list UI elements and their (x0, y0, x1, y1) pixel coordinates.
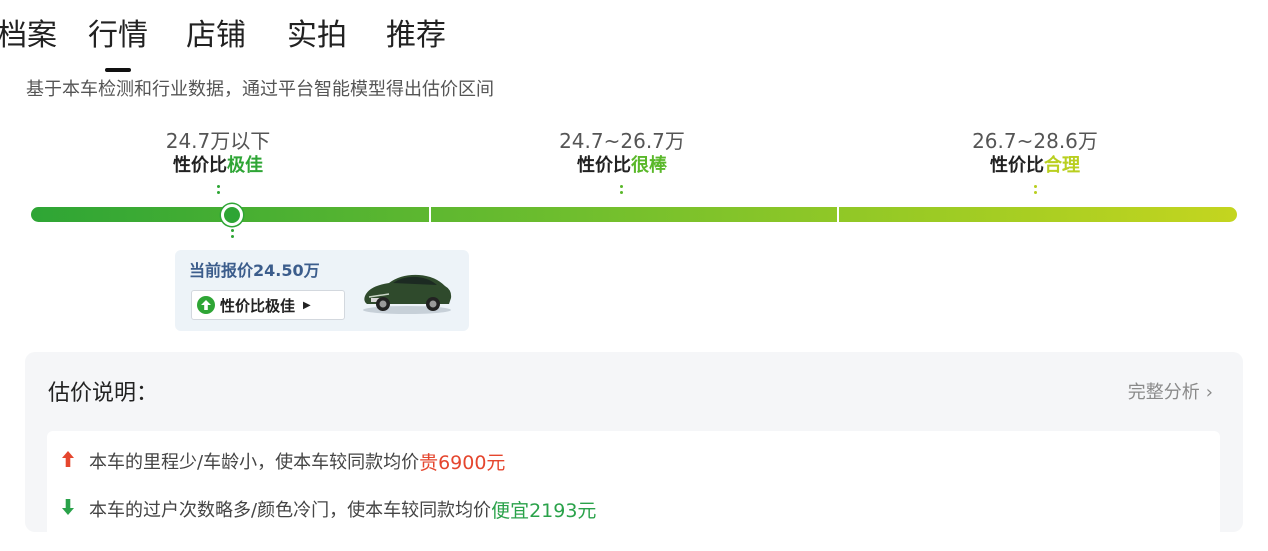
reason-highlight: 贵6900元 (419, 452, 506, 474)
segment-range: 24.7~26.7万 (559, 129, 685, 153)
car-image (363, 274, 452, 314)
segment-dots (620, 185, 624, 197)
segment-dots (217, 185, 221, 197)
marker-dots (231, 229, 235, 241)
tab-market[interactable]: 行情 (88, 14, 148, 58)
reason-highlight: 便宜2193元 (491, 500, 597, 522)
segment-rating: 性价比极佳 (173, 155, 263, 176)
tab-photos[interactable]: 实拍 (287, 14, 347, 58)
active-tab-indicator (105, 68, 131, 72)
tab-store[interactable]: 店铺 (186, 14, 246, 58)
panel-title: 估价说明： (48, 381, 159, 406)
valuation-explanation-panel: 估价说明： 完整分析 › 本车的里程少/车龄小，使本车较同款均价 贵6900元 本… (25, 352, 1243, 551)
play-arrow-icon: ▶ (303, 299, 311, 311)
reason-text: 本车的过户次数略多/颜色冷门，使本车较同款均价 (89, 500, 492, 521)
bar-divider (429, 206, 431, 223)
valuation-subtitle: 基于本车检测和行业数据，通过平台智能模型得出估价区间 (26, 79, 494, 100)
price-range-bar (31, 207, 1237, 222)
full-analysis-link[interactable]: 完整分析 › (1128, 380, 1213, 406)
current-price-marker (221, 204, 243, 226)
current-price-card: 当前报价24.50万 性价比极佳 ▶ (175, 250, 469, 331)
segment-dots (1034, 185, 1038, 197)
badge-label: 性价比极佳 (220, 296, 296, 315)
reason-text: 本车的里程少/车龄小，使本车较同款均价 (89, 452, 420, 473)
bar-divider (837, 206, 839, 223)
segment-great: 24.7~26.7万 性价比很棒 (492, 128, 752, 178)
tab-recommend[interactable]: 推荐 (386, 14, 446, 58)
segment-range: 26.7~28.6万 (972, 129, 1098, 153)
up-arrow-icon (197, 296, 215, 314)
list-item: 本车的过户次数略多/颜色冷门，使本车较同款均价 便宜2193元 (61, 498, 596, 524)
arrow-down-icon (61, 498, 75, 524)
tab-archive[interactable]: 档案 (0, 14, 57, 58)
list-item: 本车的里程少/车龄小，使本车较同款均价 贵6900元 (61, 450, 505, 476)
segment-excellent: 24.7万以下 性价比极佳 (88, 128, 348, 178)
segment-reasonable: 26.7~28.6万 性价比合理 (905, 128, 1165, 178)
value-rating-badge[interactable]: 性价比极佳 ▶ (191, 290, 345, 320)
chevron-right-icon: › (1205, 382, 1213, 403)
segment-range: 24.7万以下 (165, 129, 271, 153)
segment-rating: 性价比合理 (990, 155, 1080, 176)
segment-rating: 性价比很棒 (577, 155, 667, 176)
current-price-text: 当前报价24.50万 (189, 261, 320, 280)
reasons-list: 本车的里程少/车龄小，使本车较同款均价 贵6900元 本车的过户次数略多/颜色冷… (47, 431, 1220, 551)
arrow-up-icon (61, 450, 75, 476)
